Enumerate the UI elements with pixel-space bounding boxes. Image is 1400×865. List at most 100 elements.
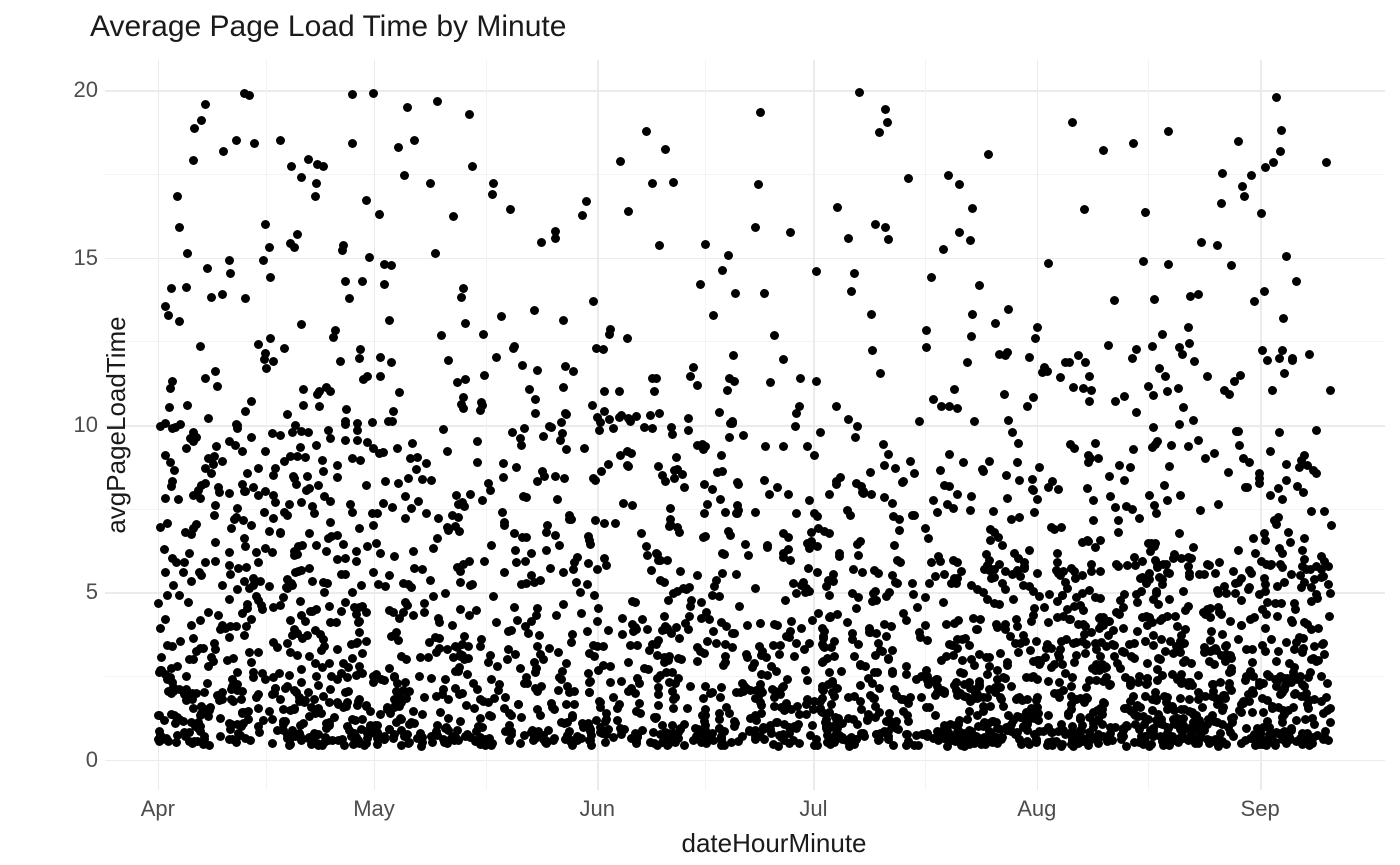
data-point bbox=[279, 593, 288, 602]
data-point bbox=[686, 682, 695, 691]
data-point bbox=[1098, 710, 1107, 719]
data-point bbox=[1163, 387, 1172, 396]
data-point bbox=[1096, 536, 1105, 545]
data-point bbox=[1108, 640, 1117, 649]
data-point bbox=[330, 713, 339, 722]
data-point bbox=[642, 127, 651, 136]
data-point bbox=[280, 457, 289, 466]
data-point bbox=[180, 558, 189, 567]
data-point bbox=[702, 739, 711, 748]
data-point bbox=[225, 633, 234, 642]
data-point bbox=[244, 707, 253, 716]
data-point bbox=[949, 504, 958, 513]
data-point bbox=[238, 609, 247, 618]
data-point bbox=[232, 136, 241, 145]
data-point bbox=[572, 578, 581, 587]
data-point bbox=[805, 496, 814, 505]
data-point bbox=[993, 666, 1002, 675]
data-point bbox=[155, 668, 164, 677]
data-point bbox=[1015, 513, 1024, 522]
data-point bbox=[390, 695, 399, 704]
data-point bbox=[1278, 495, 1287, 504]
data-point bbox=[979, 467, 988, 476]
data-point bbox=[567, 515, 576, 524]
data-point bbox=[864, 674, 873, 683]
data-point bbox=[712, 639, 721, 648]
data-point bbox=[156, 624, 165, 633]
data-point bbox=[770, 331, 779, 340]
data-point bbox=[730, 377, 739, 386]
data-point bbox=[912, 731, 921, 740]
data-point bbox=[213, 382, 222, 391]
data-point bbox=[1143, 621, 1152, 630]
data-point bbox=[1189, 416, 1198, 425]
data-point bbox=[156, 523, 165, 532]
data-point bbox=[480, 557, 489, 566]
data-point bbox=[1272, 657, 1281, 666]
data-point bbox=[1234, 578, 1243, 587]
data-point bbox=[1146, 547, 1155, 556]
data-point bbox=[856, 660, 865, 669]
data-point bbox=[718, 266, 727, 275]
data-point bbox=[429, 544, 438, 553]
data-point bbox=[441, 589, 450, 598]
data-point bbox=[287, 162, 296, 171]
data-point bbox=[884, 654, 893, 663]
data-point bbox=[452, 491, 461, 500]
data-point bbox=[1272, 93, 1281, 102]
data-point bbox=[658, 471, 667, 480]
data-point bbox=[314, 481, 323, 490]
data-point bbox=[1277, 126, 1286, 135]
data-point bbox=[1307, 597, 1316, 606]
data-point bbox=[1261, 587, 1270, 596]
data-point bbox=[1184, 562, 1193, 571]
data-point bbox=[1123, 561, 1132, 570]
data-point bbox=[585, 688, 594, 697]
data-point bbox=[376, 549, 385, 558]
data-point bbox=[756, 619, 765, 628]
data-point bbox=[460, 632, 469, 641]
data-point bbox=[338, 246, 347, 255]
data-point bbox=[871, 587, 880, 596]
data-point bbox=[259, 716, 268, 725]
data-point bbox=[418, 710, 427, 719]
data-point bbox=[927, 273, 936, 282]
data-point bbox=[341, 420, 350, 429]
data-point bbox=[516, 739, 525, 748]
data-point bbox=[1167, 441, 1176, 450]
data-point bbox=[1224, 468, 1233, 477]
data-point bbox=[1087, 386, 1096, 395]
data-point bbox=[175, 223, 184, 232]
data-point bbox=[728, 643, 737, 652]
data-point bbox=[535, 631, 544, 640]
data-point bbox=[1240, 192, 1249, 201]
data-point bbox=[1025, 582, 1034, 591]
data-point bbox=[1145, 575, 1154, 584]
data-point bbox=[716, 693, 725, 702]
data-point bbox=[1043, 640, 1052, 649]
data-point bbox=[468, 580, 477, 589]
data-point bbox=[269, 673, 278, 682]
data-point bbox=[1165, 462, 1174, 471]
data-point bbox=[652, 374, 661, 383]
x-tick-label: Jul bbox=[799, 796, 827, 822]
data-point bbox=[696, 280, 705, 289]
data-point bbox=[1289, 703, 1298, 712]
data-point bbox=[324, 426, 333, 435]
data-point bbox=[216, 714, 225, 723]
data-point bbox=[995, 600, 1004, 609]
data-point bbox=[1229, 567, 1238, 576]
data-point bbox=[317, 709, 326, 718]
data-point bbox=[189, 156, 198, 165]
data-point bbox=[875, 708, 884, 717]
data-point bbox=[1004, 305, 1013, 314]
data-point bbox=[583, 627, 592, 636]
data-point bbox=[1187, 659, 1196, 668]
data-point bbox=[1213, 737, 1222, 746]
data-point bbox=[531, 395, 540, 404]
data-point bbox=[409, 707, 418, 716]
data-point bbox=[420, 608, 429, 617]
data-point bbox=[632, 707, 641, 716]
data-point bbox=[1013, 728, 1022, 737]
data-point bbox=[1273, 612, 1282, 621]
